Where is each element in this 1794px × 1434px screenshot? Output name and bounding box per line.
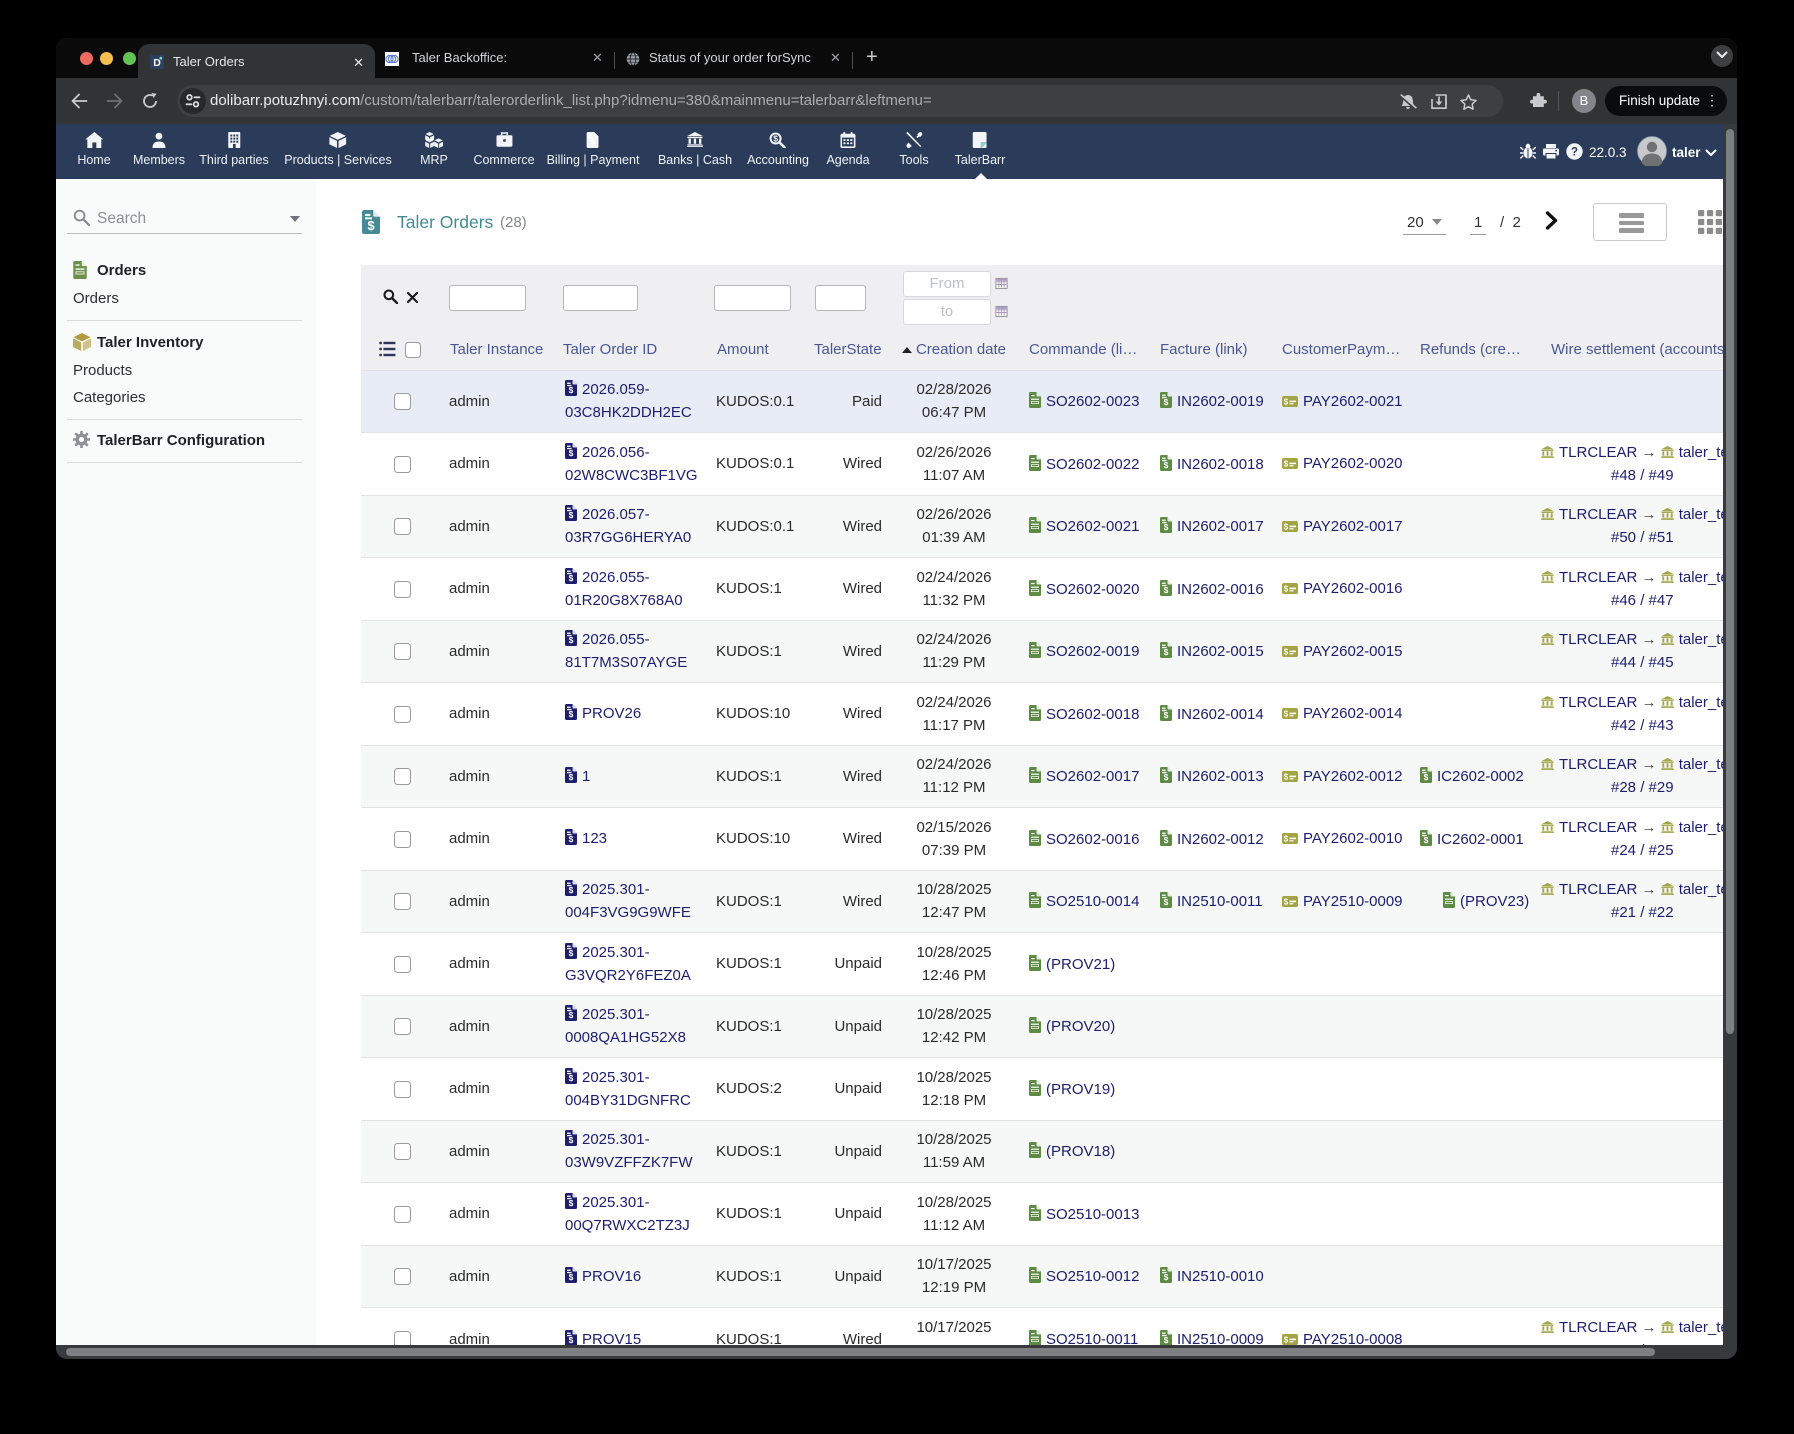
svg-text:$: $ xyxy=(1164,522,1169,532)
svg-text:$: $ xyxy=(569,635,574,645)
svg-text:$: $ xyxy=(1284,397,1289,406)
svg-text:$: $ xyxy=(569,1135,574,1145)
svg-text:$: $ xyxy=(569,772,574,782)
svg-text:$: $ xyxy=(1424,835,1429,845)
svg-text:$: $ xyxy=(569,1198,574,1208)
svg-text:$: $ xyxy=(569,573,574,583)
svg-text:$: $ xyxy=(569,948,574,958)
svg-text:?: ? xyxy=(1571,147,1578,159)
svg-text:$: $ xyxy=(1284,1335,1289,1344)
svg-text:$: $ xyxy=(1164,585,1169,595)
svg-text:$: $ xyxy=(569,709,574,719)
svg-text:$: $ xyxy=(569,885,574,895)
svg-text:$: $ xyxy=(591,137,596,147)
svg-text:$: $ xyxy=(569,448,574,458)
svg-text:$: $ xyxy=(1284,647,1289,656)
svg-text:$: $ xyxy=(569,1335,574,1345)
svg-text:$: $ xyxy=(1164,1272,1169,1282)
svg-text:$: $ xyxy=(1164,647,1169,657)
svg-text:$: $ xyxy=(1424,772,1429,782)
svg-text:$: $ xyxy=(1164,835,1169,845)
svg-text:$: $ xyxy=(1284,460,1289,469)
svg-text:$: $ xyxy=(774,134,779,144)
svg-text:$: $ xyxy=(1284,897,1289,906)
svg-text:$: $ xyxy=(1284,585,1289,594)
svg-text:$: $ xyxy=(1284,835,1289,844)
svg-text:$: $ xyxy=(569,1073,574,1083)
svg-text:$: $ xyxy=(569,385,574,395)
svg-text:$: $ xyxy=(1164,1335,1169,1345)
svg-text:$: $ xyxy=(1164,397,1169,407)
svg-text:$: $ xyxy=(1164,460,1169,470)
svg-text:$: $ xyxy=(367,218,374,233)
svg-text:$: $ xyxy=(569,1272,574,1282)
svg-text:$: $ xyxy=(1164,772,1169,782)
svg-text:$: $ xyxy=(1284,772,1289,781)
svg-text:$: $ xyxy=(1164,897,1169,907)
svg-text:$: $ xyxy=(1164,710,1169,720)
svg-text:$: $ xyxy=(569,1010,574,1020)
svg-text:$: $ xyxy=(569,510,574,520)
svg-text:$: $ xyxy=(569,834,574,844)
svg-text:$: $ xyxy=(1284,522,1289,531)
svg-text:$: $ xyxy=(1284,710,1289,719)
